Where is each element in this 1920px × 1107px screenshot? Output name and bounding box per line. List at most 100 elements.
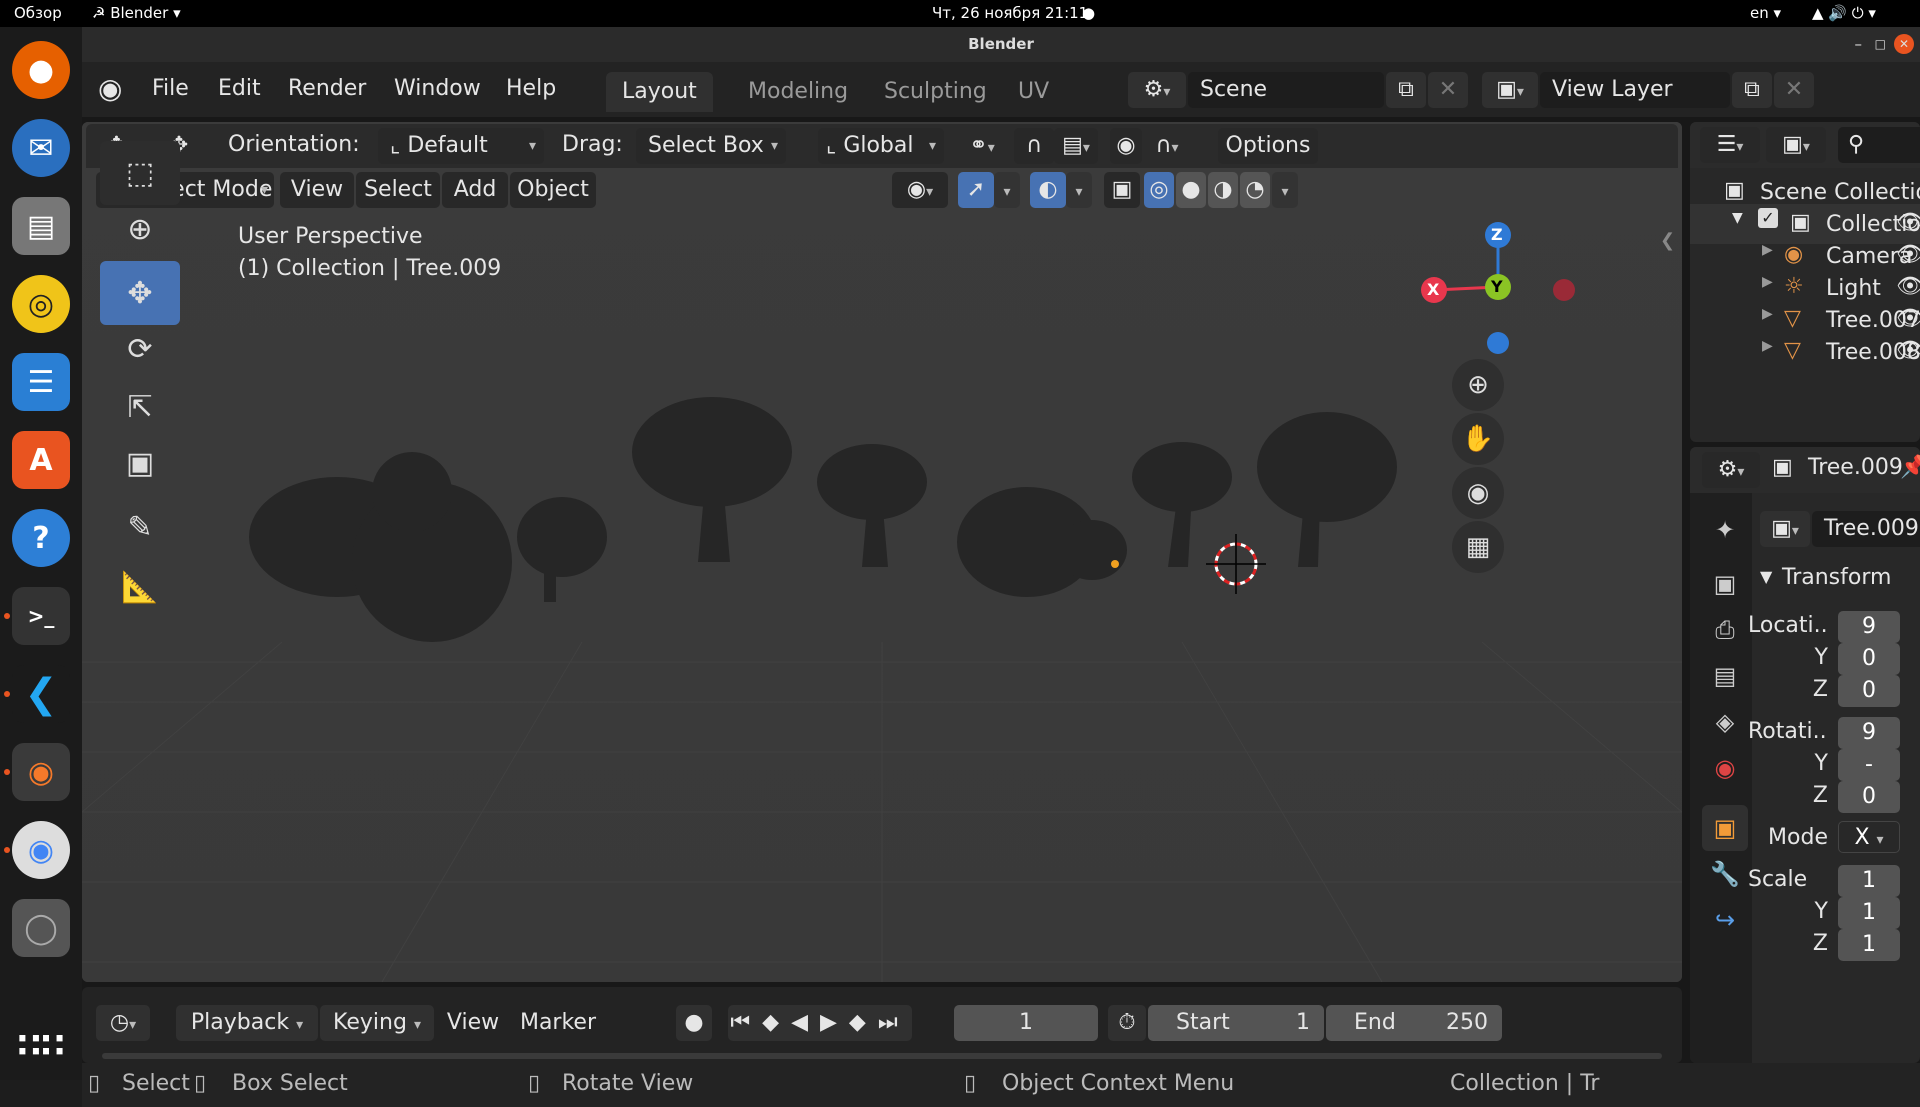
menu-select[interactable]: Select [356,172,440,208]
transform-orientation-dropdown[interactable]: ⌞ Global ▾ [818,128,944,164]
expand-arrow-icon[interactable]: ▶ [1762,306,1773,322]
clock[interactable]: Чт, 26 ноября 21:11 [932,4,1088,22]
transform-tool-icon[interactable]: ▣ [100,431,180,495]
tab-uv-editing[interactable]: UV Editing [1002,72,1112,112]
scale-y-field[interactable]: 1 [1838,897,1900,929]
eye-icon[interactable]: 👁 [1896,242,1920,267]
material-shading-icon[interactable]: ◑ [1208,172,1238,208]
help-icon[interactable]: ? [12,509,70,567]
collection-checkbox[interactable]: ✓ [1758,208,1778,228]
falloff-curve-icon[interactable]: ∩▾ [1142,128,1192,164]
menu-object[interactable]: Object [510,172,596,208]
playback-dropdown[interactable]: Playback ▾ [176,1005,318,1041]
measure-tool-icon[interactable]: 📐 [100,555,180,619]
rhythmbox-icon[interactable]: ◎ [12,275,70,333]
display-mode-icon[interactable]: ▣▾ [1766,127,1826,163]
maximize-icon[interactable]: □ [1875,27,1886,62]
menu-help[interactable]: Help [506,76,556,101]
tab-modeling[interactable]: Modeling [732,72,864,112]
eye-icon[interactable]: 👁 [1896,306,1920,331]
terminal-icon[interactable]: >_ [12,587,70,645]
eye-icon[interactable]: 👁 [1896,274,1920,299]
expand-arrow-icon[interactable]: ▶ [1762,242,1773,258]
expand-arrow-icon[interactable]: ▶ [1762,274,1773,290]
pan-hand-icon[interactable]: ✋ [1452,413,1504,465]
playback-controls[interactable]: ⏮◆◀▶◆⏭ [728,1005,912,1041]
view-layer-tab-icon[interactable]: ▤ [1702,653,1748,699]
gizmo-toggle-icon[interactable]: ➚ [958,172,994,208]
move-tool-icon[interactable]: ✥ [100,261,180,325]
pin-icon[interactable]: 📌 [1900,455,1920,480]
disc-icon[interactable]: ◯ [12,899,70,957]
overlay-toggle-icon[interactable]: ◐ [1030,172,1066,208]
tab-layout[interactable]: Layout [606,72,713,112]
delete-scene-icon[interactable]: ✕ [1428,72,1468,108]
xray-toggle-icon[interactable]: ▣ [1104,172,1140,208]
visibility-icon[interactable]: ◉▾ [892,172,948,208]
options-dropdown[interactable]: Options [1218,128,1318,164]
tab-sculpting[interactable]: Sculpting [868,72,1003,112]
show-apps-icon[interactable]: ∷∷ [12,1017,70,1075]
cursor-tool-icon[interactable]: ⊕ [100,197,180,261]
new-view-layer-icon[interactable]: ⧉ [1732,72,1772,108]
chrome-icon[interactable]: ◉ [12,821,70,879]
perspective-toggle-icon[interactable]: ▦ [1452,521,1504,573]
scene-tab-icon[interactable]: ◈ [1702,699,1748,745]
writer-icon[interactable]: ☰ [12,353,70,411]
camera-view-icon[interactable]: ◉ [1452,467,1504,519]
snap-increment-icon[interactable]: ▤▾ [1054,128,1098,164]
keying-dropdown[interactable]: Keying ▾ [320,1005,434,1041]
eye-icon[interactable]: 👁 [1896,338,1920,363]
rotation-y-field[interactable]: - [1838,749,1900,781]
timeline-view-menu[interactable]: View [442,1005,504,1041]
menu-file[interactable]: File [152,76,189,101]
shading-dropdown-icon[interactable]: ▾ [1272,172,1298,208]
proportional-edit-icon[interactable]: ◉ [1110,128,1142,164]
minimize-icon[interactable]: – [1855,27,1863,62]
rotation-z-field[interactable]: 0 [1838,781,1900,813]
object-name-field[interactable]: Tree.009 [1812,511,1920,547]
location-y-field[interactable]: 0 [1838,643,1900,675]
menu-view[interactable]: View [280,172,354,208]
close-window-icon[interactable]: ✕ [1894,34,1914,54]
language-indicator[interactable]: en ▾ [1750,4,1781,22]
render-tab-icon[interactable]: ▣ [1702,561,1748,607]
blender-icon[interactable]: ◉ [12,743,70,801]
timeline-scrollbar[interactable] [102,1053,1662,1059]
end-frame-field[interactable]: End 250 [1326,1005,1502,1041]
select-box-tool-icon[interactable]: ⬚ [100,141,180,205]
scene-name-field[interactable]: Scene [1188,72,1384,108]
thunderbird-icon[interactable]: ✉ [12,119,70,177]
scale-tool-icon[interactable]: ⇱ [100,375,180,439]
tool-tab-icon[interactable]: ✦ [1702,507,1748,553]
files-icon[interactable]: ▤ [12,197,70,255]
modifier-tab-icon[interactable]: 🔧 [1702,851,1748,897]
menu-edit[interactable]: Edit [218,76,261,101]
wireframe-shading-icon[interactable]: ◎ [1144,172,1174,208]
expand-arrow-icon[interactable]: ▶ [1762,338,1773,354]
solid-shading-icon[interactable]: ● [1176,172,1206,208]
timeline-marker-menu[interactable]: Marker [514,1005,602,1041]
world-tab-icon[interactable]: ◉ [1702,745,1748,791]
vscode-icon[interactable]: ❮ [12,665,70,723]
outliner-search-icon[interactable]: ⚲ [1838,127,1920,163]
annotate-tool-icon[interactable]: ✎ [100,495,180,559]
scale-z-field[interactable]: 1 [1838,929,1900,961]
new-scene-icon[interactable]: ⧉ [1386,72,1426,108]
start-frame-field[interactable]: Start 1 [1148,1005,1324,1041]
drag-dropdown[interactable]: Select Box ▾ [636,128,786,164]
view-layer-field[interactable]: View Layer [1540,72,1730,108]
snap-magnet-icon[interactable]: ∩ [1014,128,1054,164]
menu-window[interactable]: Window [394,76,481,101]
menu-render[interactable]: Render [288,76,366,101]
3d-viewport[interactable]: ⚙ User Perspective (1) Collection | Tree… [82,122,1682,982]
app-menu[interactable]: ☭ Blender ▾ [92,4,181,22]
menu-add[interactable]: Add [442,172,508,208]
properties-editor-type-icon[interactable]: ⚙▾ [1702,452,1760,488]
eye-icon[interactable]: 👁 [1896,210,1920,235]
transform-panel-header[interactable]: ▼ Transform [1752,559,1920,599]
location-z-field[interactable]: 0 [1838,675,1900,707]
location-x-field[interactable]: 9 [1838,611,1900,643]
app-center-icon[interactable]: A [12,431,70,489]
particles-tab-icon[interactable]: ↪ [1702,897,1748,943]
